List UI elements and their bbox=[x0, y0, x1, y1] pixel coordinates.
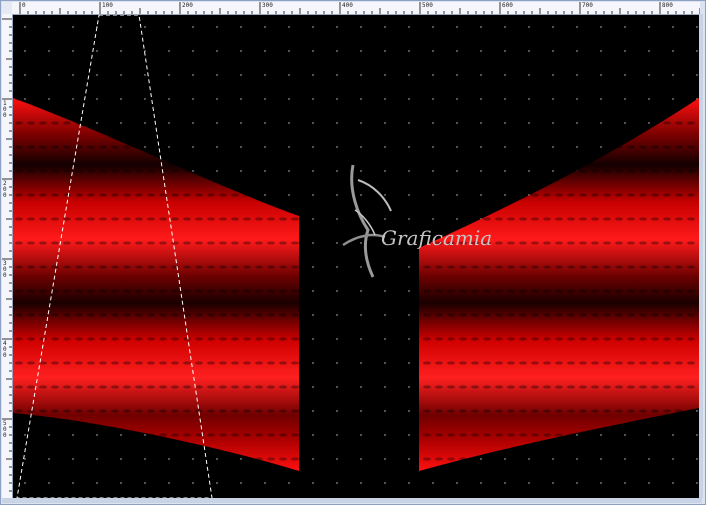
vertical-ruler[interactable]: 1 0 0 2 0 0 3 0 0 4 0 0 5 0 0 bbox=[2, 14, 13, 498]
ruler-label-left: 4 0 0 bbox=[3, 340, 7, 359]
ruler-label-top: 0 bbox=[22, 2, 26, 9]
ruler-label-top: 200 bbox=[182, 2, 193, 9]
ruler-label-left: 1 0 0 bbox=[3, 100, 7, 119]
ruler-label-top: 600 bbox=[502, 2, 513, 9]
ruler-label-left: 3 0 0 bbox=[3, 260, 7, 279]
ruler-label-top: 300 bbox=[262, 2, 273, 9]
image-canvas[interactable]: Graficamia bbox=[13, 15, 699, 498]
ruler-label-top: 400 bbox=[342, 2, 353, 9]
watermark-text: Graficamia bbox=[381, 226, 492, 250]
ruler-label-left: 2 0 0 bbox=[3, 180, 7, 199]
ruler-label-top: 700 bbox=[582, 2, 593, 9]
ruler-label-top: 100 bbox=[102, 2, 113, 9]
horizontal-ruler[interactable]: 0 100 200 300 400 500 600 700 800 bbox=[12, 2, 700, 15]
ruler-label-top: 500 bbox=[422, 2, 433, 9]
horizontal-ruler-ticks bbox=[19, 2, 700, 14]
canvas-artwork: Graficamia bbox=[13, 15, 699, 498]
ruler-label-top: 800 bbox=[662, 2, 673, 9]
ruler-label-left: 5 0 0 bbox=[3, 420, 7, 439]
window-bottom-strip bbox=[2, 498, 702, 503]
window-right-edge bbox=[699, 14, 703, 498]
